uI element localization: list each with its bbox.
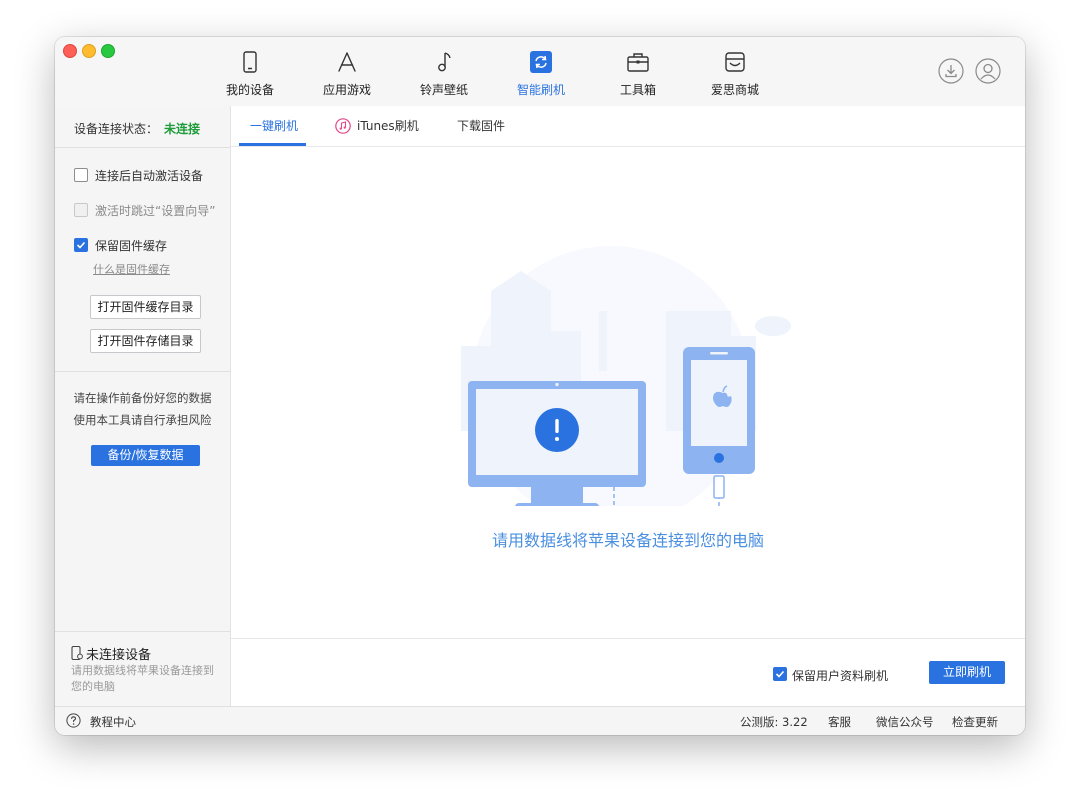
device-title: 未连接设备 — [86, 648, 152, 663]
connect-device-illustration — [461, 246, 791, 506]
connection-status: 设备连接状态： 未连接 — [74, 120, 200, 137]
nav-label: 工具箱 — [619, 83, 656, 97]
open-cache-dir-button[interactable]: 打开固件缓存目录 — [90, 295, 201, 319]
open-storage-dir-button[interactable]: 打开固件存储目录 — [90, 329, 201, 353]
nav-apps-games[interactable]: 应用游戏 — [307, 37, 387, 106]
active-tab-indicator — [239, 143, 306, 146]
option-label: 保留固件缓存 — [95, 239, 168, 253]
device-disconnected-icon — [71, 646, 83, 660]
device-panel: 未连接设备 请用数据线将苹果设备连接到您的电脑 — [55, 631, 230, 707]
nav-my-device[interactable]: 我的设备 — [210, 37, 290, 106]
status-label: 设备连接状态： — [74, 122, 159, 136]
customer-service-link[interactable]: 客服 — [828, 714, 851, 730]
backup-restore-button[interactable]: 备份/恢复数据 — [91, 445, 200, 466]
minimize-window-button[interactable] — [82, 44, 96, 58]
nav-toolbox[interactable]: 工具箱 — [598, 37, 678, 106]
tab-one-click-flash[interactable]: 一键刷机 — [250, 106, 298, 146]
nav-label: 智能刷机 — [516, 83, 565, 97]
nav-smart-flash[interactable]: 智能刷机 — [501, 37, 581, 106]
device-description: 请用数据线将苹果设备连接到您的电脑 — [71, 664, 214, 693]
store-icon — [725, 52, 745, 72]
phone-icon — [243, 51, 257, 73]
status-bar: 教程中心 公测版: 3.22 客服 微信公众号 检查更新 — [55, 706, 1025, 735]
check-icon — [775, 670, 785, 678]
keep-user-data-label: 保留用户资料刷机 — [792, 669, 889, 683]
status-value: 未连接 — [164, 122, 201, 136]
checkbox-checked[interactable] — [773, 667, 787, 681]
app-window: 我的设备 应用游戏 铃声壁纸 智能刷机 工具箱 爱思商城 设备连接状态： 未连接… — [55, 37, 1025, 735]
toolbox-icon — [627, 53, 649, 72]
check-update-link[interactable]: 检查更新 — [952, 714, 998, 730]
checkbox-checked[interactable] — [74, 238, 88, 252]
nav-store[interactable]: 爱思商城 — [695, 37, 775, 106]
flash-action-bar: 保留用户资料刷机 立即刷机 — [231, 638, 1025, 707]
connect-device-message: 请用数据线将苹果设备连接到您的电脑 — [491, 531, 764, 550]
version-label: 公测版: 3.22 — [740, 715, 808, 729]
main-panel: 一键刷机 iTunes刷机 下载固件 请用数据线将苹果设备连接到您的电脑 保留用… — [231, 106, 1025, 707]
itunes-icon — [335, 118, 351, 134]
tab-download-firmware[interactable]: 下载固件 — [457, 106, 505, 146]
warning-line-2: 使用本工具请自行承担风险 — [73, 413, 212, 427]
help-icon[interactable] — [66, 713, 81, 728]
close-window-button[interactable] — [63, 44, 77, 58]
tab-itunes-flash[interactable]: iTunes刷机 — [357, 106, 419, 146]
download-icon[interactable] — [938, 58, 964, 84]
wechat-account-link[interactable]: 微信公众号 — [876, 714, 934, 730]
refresh-icon — [530, 51, 552, 73]
title-bar: 我的设备 应用游戏 铃声壁纸 智能刷机 工具箱 爱思商城 — [55, 37, 1025, 107]
option-label: 激活时跳过“设置向导” — [95, 204, 216, 218]
check-icon — [76, 241, 86, 249]
sidebar: 设备连接状态： 未连接 连接后自动激活设备 激活时跳过“设置向导” 保留固件缓存 … — [55, 106, 231, 707]
checkbox[interactable] — [74, 203, 88, 217]
divider — [55, 147, 230, 148]
music-note-icon — [438, 52, 451, 72]
tutorial-center-link[interactable]: 教程中心 — [90, 714, 136, 730]
zoom-window-button[interactable] — [101, 44, 115, 58]
nav-label: 应用游戏 — [322, 83, 371, 97]
option-label: 连接后自动激活设备 — [95, 169, 204, 183]
app-store-icon — [338, 52, 356, 72]
nav-ringtones-wallpapers[interactable]: 铃声壁纸 — [404, 37, 484, 106]
user-avatar-icon[interactable] — [975, 58, 1001, 84]
nav-label: 铃声壁纸 — [419, 83, 468, 97]
nav-label: 爱思商城 — [710, 83, 759, 97]
firmware-cache-help-link[interactable]: 什么是固件缓存 — [93, 261, 170, 277]
flash-now-button[interactable]: 立即刷机 — [929, 661, 1005, 684]
tab-bar: 一键刷机 iTunes刷机 下载固件 — [231, 106, 1025, 147]
nav-label: 我的设备 — [225, 83, 274, 97]
divider — [55, 371, 230, 372]
checkbox[interactable] — [74, 168, 88, 182]
warning-line-1: 请在操作前备份好您的数据 — [73, 391, 212, 405]
